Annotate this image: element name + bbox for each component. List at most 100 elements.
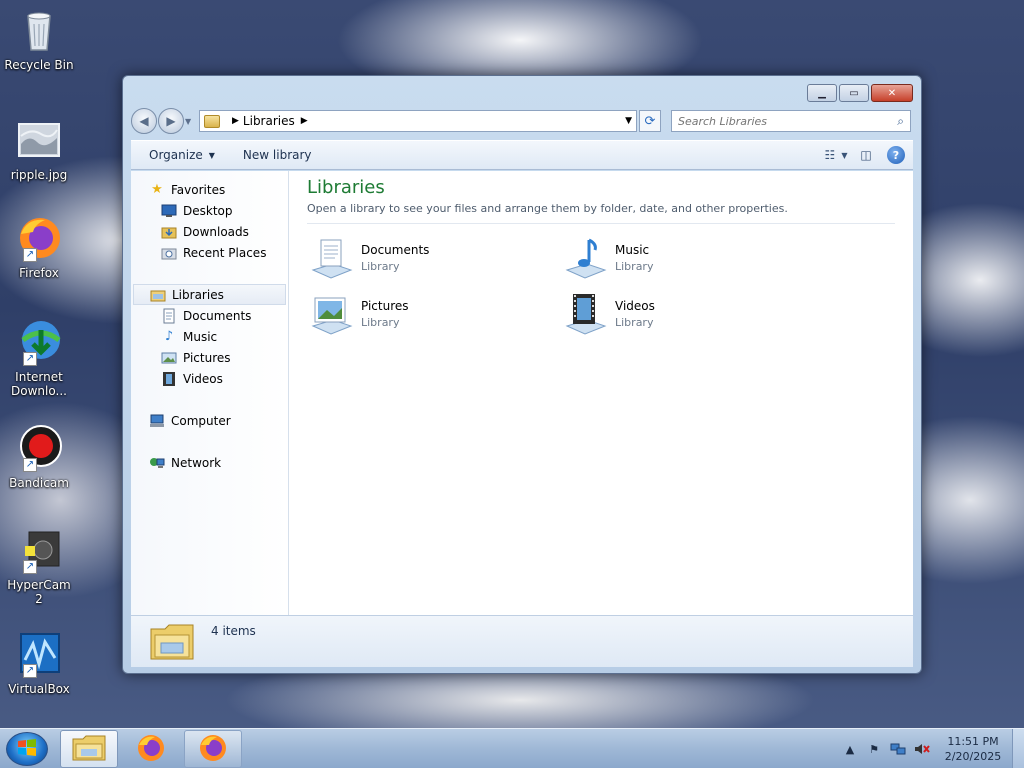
hypercam-icon: ↗ — [15, 526, 63, 574]
desktop-icon-internet-download-manager[interactable]: ↗ Internet Downlo... — [4, 318, 74, 398]
library-item-text: Pictures Library — [361, 299, 409, 329]
desktop-icon-label: HyperCam 2 — [7, 578, 71, 606]
recent-places-icon — [161, 245, 177, 261]
computer-icon — [149, 413, 165, 429]
desktop-icon-hypercam[interactable]: ↗ HyperCam 2 — [4, 526, 74, 606]
nav-label: Computer — [171, 413, 231, 428]
libraries-folder-icon — [72, 734, 106, 765]
address-dropdown-icon[interactable]: ▼ — [625, 116, 632, 126]
nav-item-music[interactable]: ♪ Music — [131, 326, 288, 347]
documents-icon — [161, 308, 177, 324]
nav-item-documents[interactable]: Documents — [131, 305, 288, 326]
page-description: Open a library to see your files and arr… — [307, 202, 895, 224]
library-type: Library — [615, 260, 654, 273]
desktop-icon-ripple-jpg[interactable]: ripple.jpg — [4, 116, 74, 182]
nav-item-downloads[interactable]: Downloads — [131, 221, 288, 242]
library-item-videos[interactable]: Videos Library — [561, 286, 815, 342]
nav-item-videos[interactable]: Videos — [131, 368, 288, 389]
firefox-icon — [136, 733, 166, 766]
action-center-icon[interactable]: ⚑ — [866, 741, 882, 757]
taskbar-explorer-button[interactable] — [60, 730, 118, 768]
documents-library-icon — [307, 234, 355, 282]
library-item-documents[interactable]: Documents Library — [307, 230, 561, 286]
library-item-pictures[interactable]: Pictures Library — [307, 286, 561, 342]
nav-label: Downloads — [183, 224, 249, 239]
internet-download-manager-icon: ↗ — [15, 318, 63, 366]
clock[interactable]: 11:51 PM 2/20/2025 — [938, 734, 1008, 764]
address-bar[interactable]: ▶ Libraries ▶ ▼ — [199, 110, 637, 132]
nav-item-desktop[interactable]: Desktop — [131, 200, 288, 221]
library-type: Library — [615, 316, 654, 329]
show-hidden-icons-button[interactable]: ▲ — [842, 741, 858, 757]
nav-item-network[interactable]: Network — [131, 452, 288, 473]
virtualbox-icon: ↗ — [15, 630, 63, 678]
desktop-icon-label: VirtualBox — [8, 682, 70, 696]
view-controls: ☷ ▼ ◫ ? — [825, 146, 905, 164]
network-icon[interactable] — [890, 741, 906, 757]
library-name: Pictures — [361, 299, 409, 313]
clock-date: 2/20/2025 — [944, 750, 1002, 763]
pictures-library-icon — [307, 290, 355, 338]
shortcut-arrow-icon: ↗ — [23, 458, 37, 472]
shortcut-arrow-icon: ↗ — [23, 352, 37, 366]
nav-item-recent-places[interactable]: Recent Places — [131, 242, 288, 263]
recycle-bin-icon — [15, 6, 63, 54]
nav-item-libraries[interactable]: Libraries — [133, 284, 286, 305]
nav-item-computer[interactable]: Computer — [131, 410, 288, 431]
desktop-icon-recycle-bin[interactable]: Recycle Bin — [4, 6, 74, 72]
chevron-up-icon: ▲ — [845, 742, 855, 756]
help-button[interactable]: ? — [887, 146, 905, 164]
breadcrumb-separator-icon[interactable]: ▶ — [232, 116, 239, 126]
nav-item-pictures[interactable]: Pictures — [131, 347, 288, 368]
search-box[interactable]: ⌕ — [671, 110, 911, 132]
refresh-button[interactable]: ⟳ — [639, 110, 661, 132]
system-tray: ▲ ⚑ 11:51 PM 2/20/2025 — [842, 729, 1024, 768]
forward-button[interactable]: ▶ — [158, 108, 184, 134]
nav-item-favorites[interactable]: ★ Favorites — [131, 179, 288, 200]
nav-label: Documents — [183, 308, 252, 323]
recent-pages-dropdown[interactable]: ▼ — [185, 117, 195, 126]
maximize-button[interactable]: ▭ — [839, 84, 869, 102]
libraries-folder-icon — [204, 114, 220, 128]
taskbar-firefox-running-button[interactable] — [184, 730, 242, 768]
videos-library-icon — [561, 290, 609, 338]
libraries-folder-icon — [149, 621, 195, 663]
minimize-button[interactable]: ▁ — [807, 84, 837, 102]
change-view-button[interactable]: ☷ ▼ — [825, 146, 848, 164]
desktop-icon-label: Internet Downlo... — [11, 370, 67, 398]
nav-label: Pictures — [183, 350, 231, 365]
desktop-icon-bandicam[interactable]: ↗ Bandicam — [4, 424, 74, 490]
organize-button[interactable]: Organize ▼ — [139, 148, 225, 162]
volume-muted-icon[interactable] — [914, 741, 930, 757]
taskbar-firefox-button[interactable] — [122, 730, 180, 768]
nav-label: Network — [171, 455, 222, 470]
search-input[interactable] — [678, 114, 878, 128]
library-name: Music — [615, 243, 650, 257]
breadcrumb-libraries[interactable]: Libraries — [243, 114, 295, 128]
desktop-icon-firefox[interactable]: ↗ Firefox — [4, 214, 74, 280]
desktop-icon-label: Bandicam — [9, 476, 69, 490]
downloads-folder-icon — [161, 224, 177, 240]
network-icon — [149, 455, 165, 471]
window-controls: ▁ ▭ ✕ — [807, 84, 913, 102]
desktop-icon-virtualbox[interactable]: ↗ VirtualBox — [4, 630, 74, 696]
refresh-icon: ⟳ — [644, 113, 656, 129]
close-button[interactable]: ✕ — [871, 84, 913, 102]
clock-time: 11:51 PM — [947, 735, 999, 748]
library-name: Videos — [615, 299, 655, 313]
show-desktop-button[interactable] — [1012, 729, 1024, 768]
library-item-text: Documents Library — [361, 243, 429, 273]
breadcrumb-chevron-icon[interactable]: ▶ — [301, 116, 308, 126]
nav-label: Desktop — [183, 203, 233, 218]
preview-pane-button[interactable]: ◫ — [857, 146, 875, 164]
start-button[interactable] — [6, 732, 48, 766]
details-pane: 4 items — [131, 615, 913, 667]
search-icon[interactable]: ⌕ — [897, 114, 904, 129]
firefox-icon: ↗ — [15, 214, 63, 262]
back-button[interactable]: ◀ — [131, 108, 157, 134]
new-library-button[interactable]: New library — [233, 148, 322, 162]
new-library-label: New library — [242, 148, 312, 162]
explorer-window: ▁ ▭ ✕ ◀ ▶ ▼ ▶ Libraries ▶ ▼ ⟳ ⌕ Organize… — [122, 75, 922, 674]
nav-label: Recent Places — [183, 245, 267, 260]
library-item-music[interactable]: Music Library — [561, 230, 815, 286]
